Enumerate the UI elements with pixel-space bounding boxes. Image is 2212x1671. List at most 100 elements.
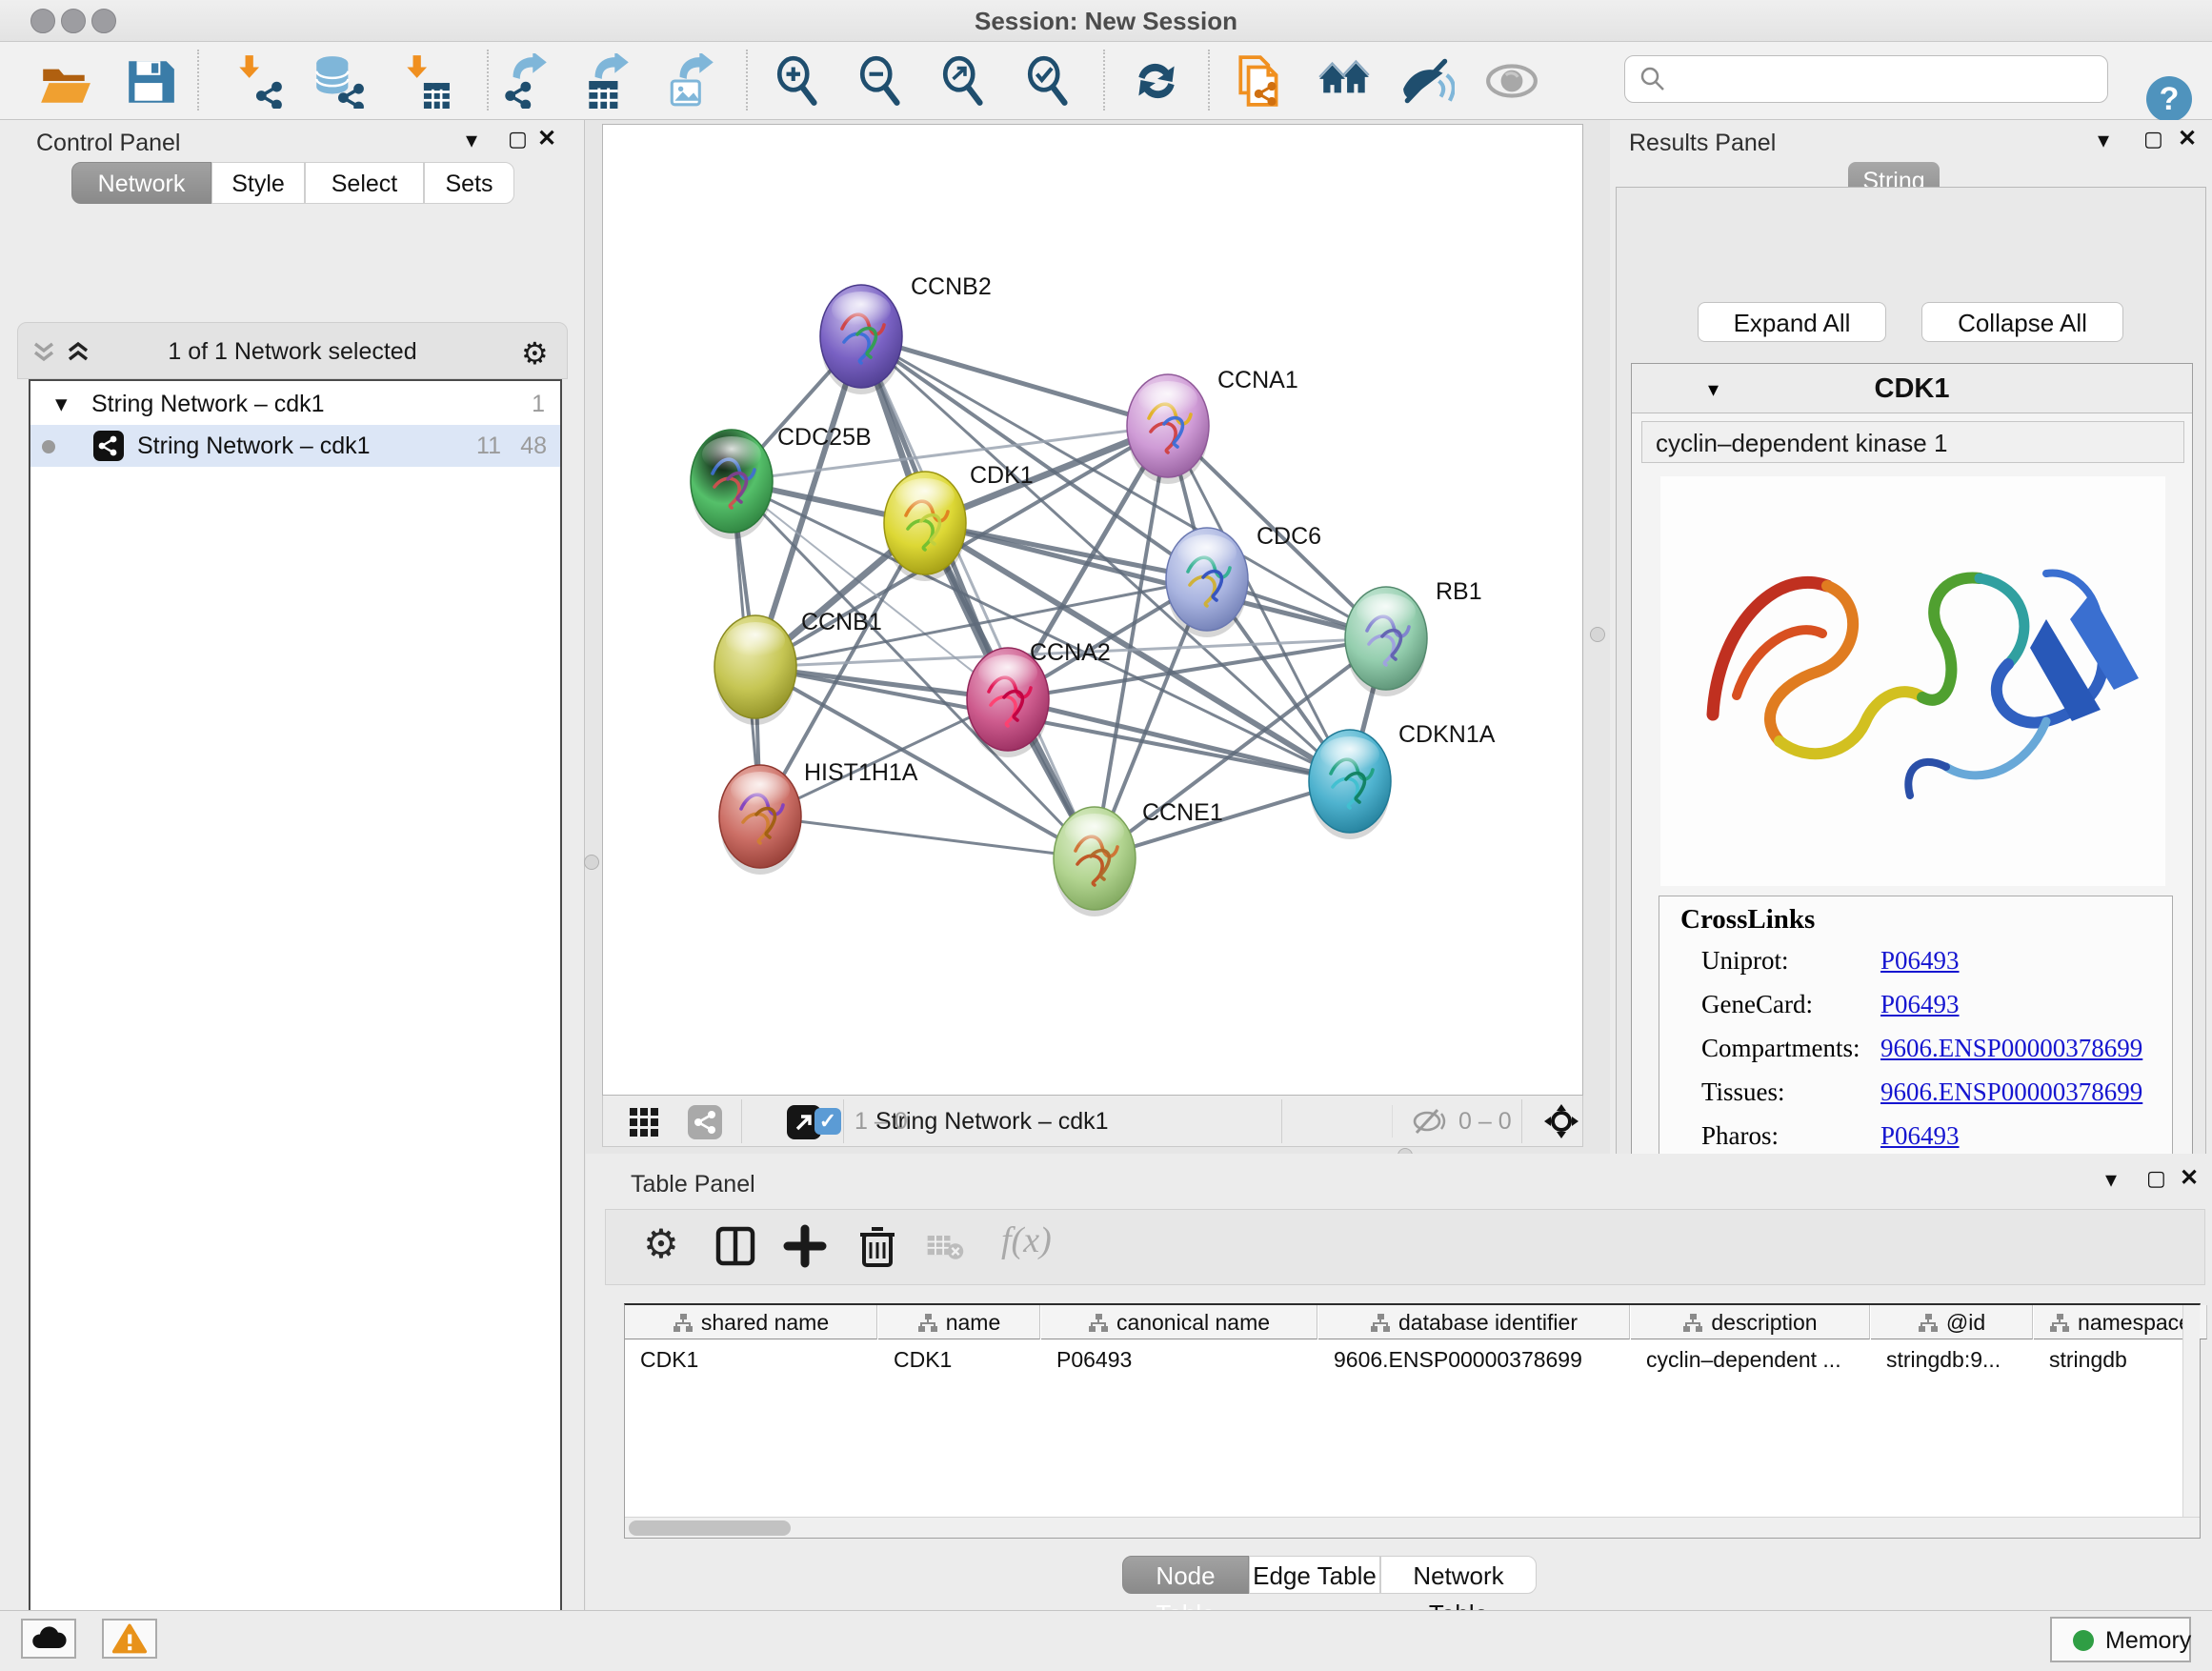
crosslink-link[interactable]: P06493: [1880, 1121, 1960, 1151]
network-node-CDK1[interactable]: CDK1: [884, 462, 1034, 581]
table-cell[interactable]: P06493: [1041, 1340, 1317, 1379]
collapse-all-button[interactable]: Collapse All: [1921, 302, 2123, 342]
table-panel-collapse-icon[interactable]: ▾: [2105, 1169, 2117, 1192]
network-canvas[interactable]: CCNB2 CCNA1 CDC25B CDK1 CDC6 RB1 CCNB1: [602, 124, 1583, 1096]
warning-status-button[interactable]: [102, 1619, 157, 1659]
results-panel-float-icon[interactable]: ▢: [2143, 128, 2163, 151]
node-table[interactable]: shared namenamecanonical namedatabase id…: [624, 1303, 2201, 1539]
birdseye-grid-icon[interactable]: [628, 1106, 660, 1138]
import-network-database-icon[interactable]: [311, 53, 366, 109]
column-header-canonical-name[interactable]: canonical name: [1041, 1305, 1317, 1339]
left-splitter-handle[interactable]: [584, 855, 599, 870]
tab-edge-table[interactable]: Edge Table: [1249, 1556, 1380, 1594]
node-label: CDC25B: [777, 424, 872, 451]
network-edge[interactable]: [861, 336, 1168, 426]
network-options-gear-icon[interactable]: ⚙: [521, 335, 549, 372]
column-header-database-identifier[interactable]: database identifier: [1318, 1305, 1630, 1339]
import-table-file-icon[interactable]: [398, 53, 453, 109]
column-header-name[interactable]: name: [878, 1305, 1040, 1339]
column-header-description[interactable]: description: [1631, 1305, 1870, 1339]
table-vertical-scrollbar[interactable]: [2182, 1305, 2200, 1517]
crosslink-link[interactable]: P06493: [1880, 990, 1960, 1019]
navbar-separator: [1521, 1099, 1522, 1143]
network-list-header: 1 of 1 Network selected ⚙: [17, 322, 568, 379]
collection-caret-icon[interactable]: ▾: [55, 383, 68, 425]
crosslink-link[interactable]: 9606.ENSP00000378699: [1880, 1034, 2142, 1063]
tab-node-table[interactable]: Node Table: [1122, 1556, 1249, 1594]
network-row-selected[interactable]: String Network – cdk1 11 48: [30, 425, 560, 467]
column-header-namespace[interactable]: namespace: [2034, 1305, 2207, 1339]
string-home-icon[interactable]: [1317, 53, 1373, 109]
results-panel: Results Panel ▾ ▢ ✕ String Expand All Co…: [1610, 120, 2212, 1154]
table-cell[interactable]: stringdb: [2034, 1340, 2207, 1379]
table-cell[interactable]: CDK1: [878, 1340, 1040, 1379]
memory-button[interactable]: Memory: [2050, 1617, 2191, 1662]
tab-network[interactable]: Network: [71, 162, 211, 204]
string-glass-toggle-icon[interactable]: [1399, 53, 1455, 109]
network-node-CCNA1[interactable]: CCNA1: [1127, 367, 1298, 484]
table-cell[interactable]: CDK1: [625, 1340, 877, 1379]
gene-section-header[interactable]: ▾ CDK1: [1632, 364, 2192, 413]
search-input[interactable]: [1675, 60, 2094, 98]
selected-checkbox-icon[interactable]: ✓: [814, 1108, 841, 1135]
string-import-icon[interactable]: [1233, 53, 1288, 109]
results-panel-title: Results Panel: [1629, 130, 1776, 157]
network-node-CCNB1[interactable]: CCNB1: [714, 609, 882, 725]
fit-selected-crosshair-icon[interactable]: [1542, 1102, 1580, 1140]
table-cell[interactable]: stringdb:9...: [1871, 1340, 2033, 1379]
tab-sets[interactable]: Sets: [424, 162, 514, 204]
expand-all-button[interactable]: Expand All: [1698, 302, 1886, 342]
network-node-CDC25B[interactable]: CDC25B: [691, 424, 872, 539]
delete-column-icon[interactable]: [855, 1223, 900, 1269]
string-eye-icon[interactable]: [1484, 53, 1539, 109]
open-session-icon[interactable]: [37, 53, 92, 109]
network-node-CCNA2[interactable]: CCNA2: [967, 639, 1111, 757]
create-column-icon[interactable]: [782, 1223, 828, 1269]
tab-network-table[interactable]: Network Table: [1380, 1556, 1537, 1594]
column-header--id[interactable]: @id: [1871, 1305, 2033, 1339]
toolbar-separator: [1208, 50, 1210, 111]
network-edge[interactable]: [760, 816, 1095, 858]
refresh-view-icon[interactable]: [1129, 53, 1184, 109]
results-panel-close-icon[interactable]: ✕: [2178, 128, 2197, 151]
main-toolbar: ?: [0, 42, 2212, 120]
column-header-shared-name[interactable]: shared name: [625, 1305, 877, 1339]
network-node-CDKN1A[interactable]: CDKN1A: [1309, 721, 1496, 839]
network-node-RB1[interactable]: RB1: [1345, 578, 1482, 696]
control-panel-float-icon[interactable]: ▢: [508, 128, 528, 151]
zoom-fit-icon[interactable]: [938, 53, 994, 109]
table-panel-close-icon[interactable]: ✕: [2180, 1167, 2199, 1190]
node-label: CCNA2: [1030, 639, 1111, 666]
network-share-icon[interactable]: [687, 1104, 723, 1140]
crosslink-link[interactable]: 9606.ENSP00000378699: [1880, 1077, 2142, 1107]
crosslink-link[interactable]: P06493: [1880, 946, 1960, 976]
export-network-icon[interactable]: [497, 53, 553, 109]
scrollbar-thumb[interactable]: [629, 1520, 791, 1536]
tab-select[interactable]: Select: [305, 162, 424, 204]
network-node-CDC6[interactable]: CDC6: [1166, 523, 1321, 637]
results-panel-collapse-icon[interactable]: ▾: [2098, 130, 2109, 152]
toolbar-separator: [1103, 50, 1105, 111]
cloud-status-button[interactable]: [21, 1619, 76, 1659]
control-panel-close-icon[interactable]: ✕: [537, 128, 556, 151]
network-node-HIST1H1A[interactable]: HIST1H1A: [719, 759, 918, 875]
table-settings-gear-icon[interactable]: ⚙: [638, 1223, 684, 1269]
zoom-in-icon[interactable]: [773, 53, 828, 109]
help-button[interactable]: ?: [2146, 76, 2192, 122]
show-columns-icon[interactable]: [713, 1223, 758, 1269]
tab-style[interactable]: Style: [211, 162, 305, 204]
table-horizontal-scrollbar[interactable]: [625, 1517, 2200, 1538]
table-cell[interactable]: cyclin–dependent ...: [1631, 1340, 1870, 1379]
save-session-icon[interactable]: [123, 53, 178, 109]
control-panel-collapse-icon[interactable]: ▾: [466, 130, 477, 152]
export-table-icon[interactable]: [579, 53, 634, 109]
network-node-CCNE1[interactable]: CCNE1: [1054, 799, 1223, 916]
network-collection-row[interactable]: ▾ String Network – cdk1 1: [30, 383, 560, 425]
import-network-file-icon[interactable]: [231, 53, 286, 109]
table-cell[interactable]: 9606.ENSP00000378699: [1318, 1340, 1630, 1379]
right-splitter-handle[interactable]: [1590, 627, 1605, 642]
export-image-icon[interactable]: [664, 53, 719, 109]
table-panel-float-icon[interactable]: ▢: [2146, 1167, 2166, 1190]
zoom-out-icon[interactable]: [855, 53, 911, 109]
zoom-selected-icon[interactable]: [1023, 53, 1078, 109]
